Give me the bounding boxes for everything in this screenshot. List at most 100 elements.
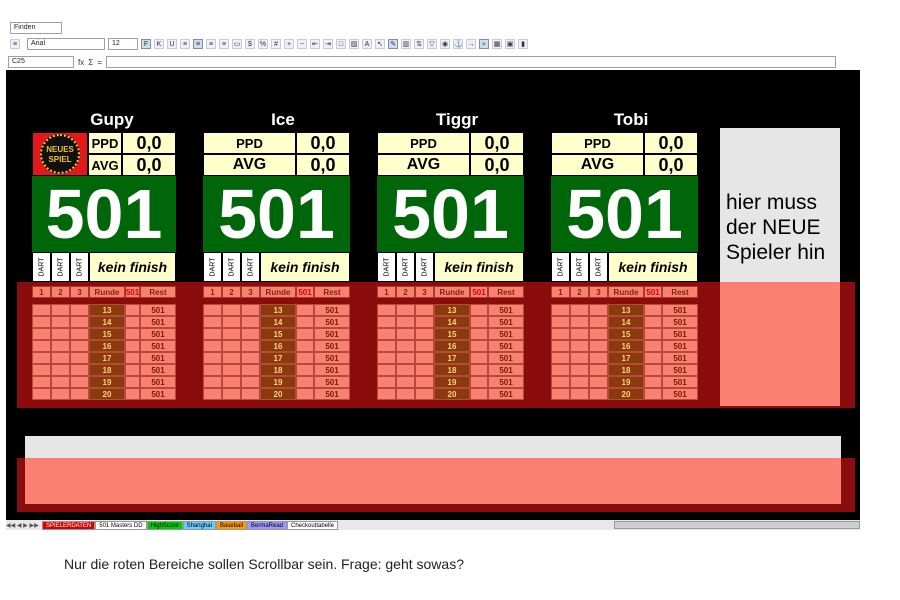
dart-input-cell[interactable] xyxy=(396,340,415,352)
equals-icon[interactable]: = xyxy=(97,58,102,67)
select-icon[interactable]: ↖ xyxy=(375,39,385,49)
dart-input-cell[interactable] xyxy=(570,304,589,316)
merge-icon[interactable]: ▭ xyxy=(232,39,242,49)
dart-input-cell[interactable] xyxy=(241,352,260,364)
score-input-cell[interactable] xyxy=(470,316,488,328)
dart-input-cell[interactable] xyxy=(396,352,415,364)
sort-icon[interactable]: ⇅ xyxy=(414,39,424,49)
currency-icon[interactable]: $ xyxy=(245,39,255,49)
dart-input-cell[interactable] xyxy=(51,376,70,388)
new-player-rounds-area[interactable] xyxy=(720,282,840,406)
neues-spiel-button[interactable]: NEUES SPIEL xyxy=(32,132,88,176)
dart-input-cell[interactable] xyxy=(203,352,222,364)
score-input-cell[interactable] xyxy=(125,364,140,376)
score-input-cell[interactable] xyxy=(644,364,662,376)
dart-input-cell[interactable] xyxy=(396,388,415,400)
dart-input-cell[interactable] xyxy=(415,352,434,364)
dart-input-cell[interactable] xyxy=(203,328,222,340)
sheet-tab[interactable]: Baseball xyxy=(215,520,247,530)
add-decimal-icon[interactable]: + xyxy=(284,39,294,49)
dart-input-cell[interactable] xyxy=(32,316,51,328)
dart-input-cell[interactable] xyxy=(589,340,608,352)
score-input-cell[interactable] xyxy=(125,388,140,400)
score-input-cell[interactable] xyxy=(296,352,314,364)
sheet-tab[interactable]: BermaRead xyxy=(246,520,287,530)
dart-input-cell[interactable] xyxy=(377,352,396,364)
sum-icon[interactable]: Σ xyxy=(88,58,93,67)
dart-input-cell[interactable] xyxy=(32,388,51,400)
score-input-cell[interactable] xyxy=(644,328,662,340)
score-input-cell[interactable] xyxy=(125,352,140,364)
dart-input-cell[interactable] xyxy=(70,340,89,352)
tab-navigation-arrows[interactable]: ◀◀ ◀ ▶ ▶▶ xyxy=(6,522,42,529)
filter-icon[interactable]: ▽ xyxy=(427,39,437,49)
dart-input-cell[interactable] xyxy=(203,388,222,400)
dart-input-cell[interactable] xyxy=(570,316,589,328)
dart-input-cell[interactable] xyxy=(415,316,434,328)
dart-input-cell[interactable] xyxy=(51,352,70,364)
score-input-cell[interactable] xyxy=(644,316,662,328)
remove-decimal-icon[interactable]: − xyxy=(297,39,307,49)
dart-input-cell[interactable] xyxy=(570,352,589,364)
dart-input-cell[interactable] xyxy=(377,304,396,316)
dart-input-cell[interactable] xyxy=(241,364,260,376)
dart-input-cell[interactable] xyxy=(241,376,260,388)
dart-input-cell[interactable] xyxy=(51,328,70,340)
font-size-select[interactable]: 12 xyxy=(108,38,138,50)
dart-input-cell[interactable] xyxy=(203,340,222,352)
italic-icon[interactable]: K xyxy=(154,39,164,49)
dart-input-cell[interactable] xyxy=(570,388,589,400)
dart-input-cell[interactable] xyxy=(415,304,434,316)
dart-input-cell[interactable] xyxy=(570,328,589,340)
score-input-cell[interactable] xyxy=(644,352,662,364)
align-right-icon[interactable]: ≡ xyxy=(206,39,216,49)
score-input-cell[interactable] xyxy=(125,328,140,340)
score-input-cell[interactable] xyxy=(125,304,140,316)
dart-input-cell[interactable] xyxy=(51,340,70,352)
score-input-cell[interactable] xyxy=(470,340,488,352)
dart-input-cell[interactable] xyxy=(222,376,241,388)
draw-icon[interactable]: ✎ xyxy=(388,39,398,49)
dart-input-cell[interactable] xyxy=(551,388,570,400)
score-input-cell[interactable] xyxy=(296,388,314,400)
grid-icon[interactable]: ▦ xyxy=(492,39,502,49)
dart-input-cell[interactable] xyxy=(70,364,89,376)
dart-input-cell[interactable] xyxy=(70,304,89,316)
dart-input-cell[interactable] xyxy=(589,364,608,376)
fx-icon[interactable]: fx xyxy=(78,58,84,67)
dart-input-cell[interactable] xyxy=(415,388,434,400)
justify-icon[interactable]: ≡ xyxy=(219,39,229,49)
zoom-icon[interactable]: ⌕ xyxy=(479,39,489,49)
dart-input-cell[interactable] xyxy=(70,328,89,340)
dart-input-cell[interactable] xyxy=(70,352,89,364)
dart-input-cell[interactable] xyxy=(377,316,396,328)
dart-input-cell[interactable] xyxy=(51,364,70,376)
dart-input-cell[interactable] xyxy=(203,316,222,328)
dart-input-cell[interactable] xyxy=(377,364,396,376)
percent-icon[interactable]: % xyxy=(258,39,268,49)
dart-input-cell[interactable] xyxy=(32,328,51,340)
arrow-icon[interactable]: → xyxy=(466,39,476,49)
anchor-icon[interactable]: ⚓ xyxy=(453,39,463,49)
dart-input-cell[interactable] xyxy=(551,328,570,340)
score-input-cell[interactable] xyxy=(470,304,488,316)
dart-input-cell[interactable] xyxy=(203,364,222,376)
score-input-cell[interactable] xyxy=(296,340,314,352)
dart-input-cell[interactable] xyxy=(241,316,260,328)
bar-icon[interactable]: ▮ xyxy=(518,39,528,49)
style-box[interactable]: Finden xyxy=(10,22,62,34)
dart-input-cell[interactable] xyxy=(415,328,434,340)
dart-input-cell[interactable] xyxy=(222,304,241,316)
dart-input-cell[interactable] xyxy=(32,352,51,364)
score-input-cell[interactable] xyxy=(470,352,488,364)
sheet-tab[interactable]: SPIELERDATEN xyxy=(42,520,96,530)
score-input-cell[interactable] xyxy=(125,316,140,328)
styles-icon[interactable]: ≡ xyxy=(10,39,20,49)
number-format-icon[interactable]: # xyxy=(271,39,281,49)
dart-input-cell[interactable] xyxy=(589,376,608,388)
dart-input-cell[interactable] xyxy=(570,376,589,388)
dart-input-cell[interactable] xyxy=(70,376,89,388)
dart-input-cell[interactable] xyxy=(551,364,570,376)
dart-input-cell[interactable] xyxy=(51,388,70,400)
align-center-icon[interactable]: ≡ xyxy=(193,39,203,49)
